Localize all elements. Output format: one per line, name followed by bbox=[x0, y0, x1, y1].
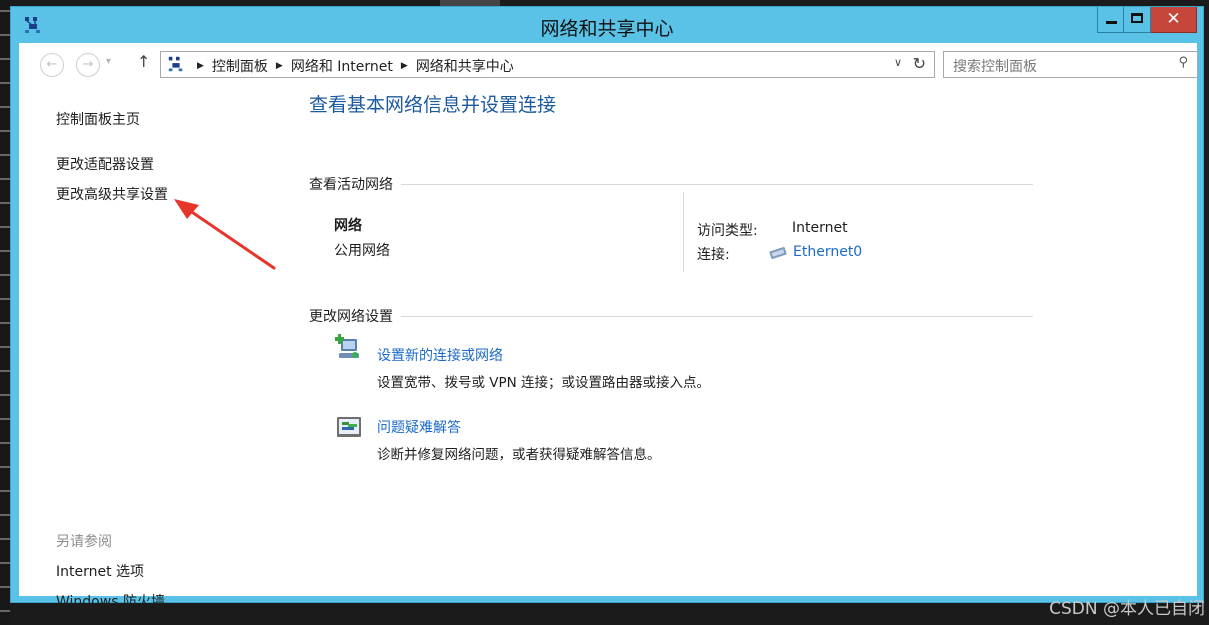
forward-button[interactable]: → bbox=[76, 53, 100, 77]
change-settings-section-header: 更改网络设置 bbox=[309, 306, 1033, 326]
sidebar-item-change-adapter-settings[interactable]: 更改适配器设置 bbox=[56, 154, 154, 174]
main-content: 查看基本网络信息并设置连接 查看活动网络 网络 公用网络 访问类型: Inter… bbox=[299, 83, 1197, 596]
address-bar[interactable]: ▶ 控制面板 ▶ 网络和 Internet ▶ 网络和共享中心 ∨ ↻ bbox=[160, 51, 935, 78]
active-networks-heading: 查看活动网络 bbox=[309, 177, 393, 193]
up-button[interactable]: ↑ bbox=[137, 52, 150, 71]
maximize-button[interactable] bbox=[1124, 7, 1151, 33]
ethernet-icon bbox=[769, 246, 787, 260]
access-type-value: Internet bbox=[792, 220, 848, 236]
ethernet-connection-link[interactable]: Ethernet0 bbox=[793, 244, 862, 260]
window-client-area: ← → ▾ ↑ ▶ 控制面板 ▶ 网络和 Internet ▶ 网络和共享中心 … bbox=[19, 43, 1198, 610]
network-category: 公用网络 bbox=[334, 243, 390, 259]
breadcrumb-control-panel[interactable]: 控制面板 bbox=[212, 56, 268, 76]
annotation-arrow-shaft bbox=[181, 204, 276, 270]
sidebar: 控制面板主页 更改适配器设置 更改高级共享设置 另请参阅 Internet 选项… bbox=[19, 83, 294, 610]
active-networks-section-header: 查看活动网络 bbox=[309, 174, 1033, 194]
title-bar[interactable]: 网络和共享中心 ✕ bbox=[11, 7, 1203, 43]
breadcrumb-network-internet[interactable]: 网络和 Internet bbox=[291, 56, 393, 76]
breadcrumb-network-sharing-center[interactable]: 网络和共享中心 bbox=[416, 56, 514, 76]
window-controls: ✕ bbox=[1097, 7, 1197, 33]
troubleshoot-problems-description: 诊断并修复网络问题，或者获得疑难解答信息。 bbox=[377, 447, 661, 463]
address-history-dropdown-icon[interactable]: ∨ bbox=[894, 56, 902, 69]
search-icon[interactable]: ⚲ bbox=[1178, 55, 1188, 70]
minimize-icon bbox=[1106, 21, 1117, 24]
close-icon: ✕ bbox=[1166, 9, 1181, 29]
breadcrumb-separator-icon[interactable]: ▶ bbox=[401, 61, 408, 71]
sidebar-item-windows-firewall[interactable]: Windows 防火墙 bbox=[56, 591, 165, 611]
sidebar-item-internet-options[interactable]: Internet 选项 bbox=[56, 561, 144, 581]
desktop-edge bbox=[0, 0, 10, 625]
sidebar-item-advanced-sharing-settings[interactable]: 更改高级共享设置 bbox=[56, 184, 168, 204]
setup-new-connection-link[interactable]: 设置新的连接或网络 bbox=[377, 345, 503, 365]
watermark: CSDN @本人已自闭 bbox=[1049, 599, 1205, 619]
network-info-divider bbox=[683, 192, 684, 272]
new-connection-icon bbox=[335, 334, 359, 358]
control-panel-icon bbox=[168, 56, 183, 72]
section-divider bbox=[401, 183, 1033, 185]
search-box[interactable]: 搜索控制面板 ⚲ bbox=[943, 51, 1198, 78]
connections-label: 连接: bbox=[697, 247, 730, 263]
recent-pages-dropdown-icon[interactable]: ▾ bbox=[106, 56, 111, 67]
see-also-heading: 另请参阅 bbox=[56, 534, 112, 550]
annotation-arrow bbox=[174, 199, 276, 270]
breadcrumb: ▶ 控制面板 ▶ 网络和 Internet ▶ 网络和共享中心 bbox=[189, 56, 514, 76]
page-title: 查看基本网络信息并设置连接 bbox=[309, 94, 557, 116]
setup-new-connection-description: 设置宽带、拨号或 VPN 连接；或设置路由器或接入点。 bbox=[377, 375, 711, 391]
minimize-button[interactable] bbox=[1097, 7, 1124, 33]
breadcrumb-separator-icon[interactable]: ▶ bbox=[197, 61, 204, 71]
refresh-icon[interactable]: ↻ bbox=[913, 54, 926, 73]
change-settings-heading: 更改网络设置 bbox=[309, 309, 393, 325]
access-type-label: 访问类型: bbox=[697, 223, 758, 239]
breadcrumb-separator-icon[interactable]: ▶ bbox=[276, 61, 283, 71]
close-button[interactable]: ✕ bbox=[1151, 7, 1197, 33]
navigation-bar: ← → ▾ ↑ ▶ 控制面板 ▶ 网络和 Internet ▶ 网络和共享中心 … bbox=[19, 43, 1198, 83]
window-title: 网络和共享中心 bbox=[540, 18, 674, 40]
network-name: 网络 bbox=[334, 218, 362, 234]
network-sharing-window: 网络和共享中心 ✕ ← → ▾ ↑ ▶ 控制面板 ▶ 网络和 Internet … bbox=[10, 6, 1204, 610]
maximize-icon bbox=[1131, 13, 1143, 23]
back-button[interactable]: ← bbox=[40, 53, 64, 77]
section-divider bbox=[401, 315, 1033, 317]
troubleshoot-icon bbox=[337, 417, 361, 437]
search-placeholder[interactable]: 搜索控制面板 bbox=[953, 56, 1037, 76]
sidebar-item-control-panel-home[interactable]: 控制面板主页 bbox=[56, 109, 140, 129]
troubleshoot-problems-link[interactable]: 问题疑难解答 bbox=[377, 417, 461, 437]
